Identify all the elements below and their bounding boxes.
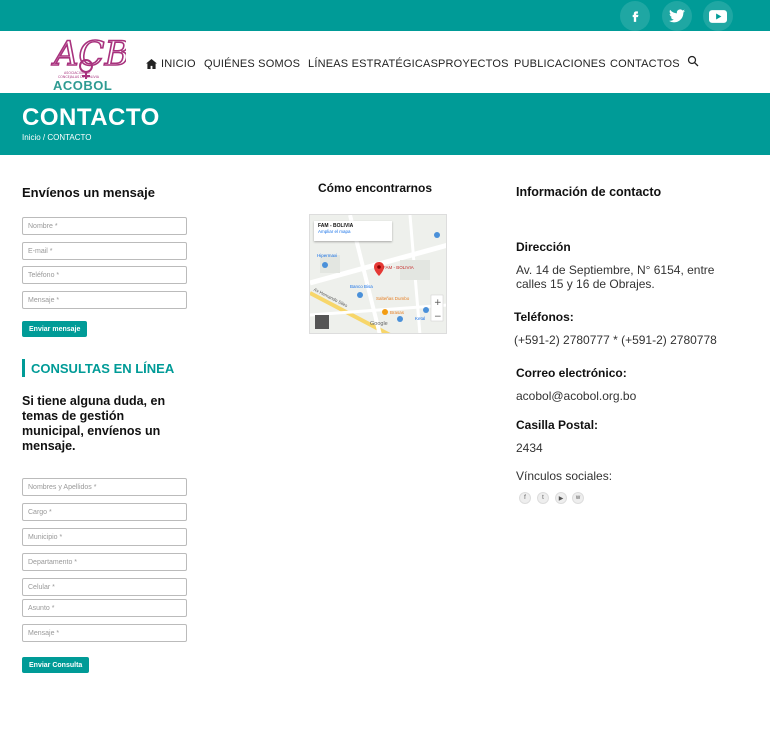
facebook-icon[interactable] <box>620 1 650 31</box>
consultas-lead: Si tiene alguna duda, en temas de gestió… <box>22 394 166 453</box>
address-line-1: Av. 14 de Septiembre, N° 6154, entre <box>516 263 715 277</box>
social-links-label: Vínculos sociales: <box>516 469 613 483</box>
youtube-glyph <box>709 9 727 23</box>
map-label-brasas: Brasas <box>390 310 405 315</box>
consultas-title: CONSULTAS EN LÍNEA <box>22 359 174 377</box>
departamento-field[interactable]: Departamento * <box>22 553 187 571</box>
map-label-hipermaxi: Hipermaxi <box>317 253 338 258</box>
name-field[interactable]: Nombre * <box>22 217 187 235</box>
celular-field[interactable]: Celular * <box>22 578 187 596</box>
consulta-message-field[interactable]: Mensaje * <box>22 624 187 642</box>
contact-info-title: Información de contacto <box>516 185 662 199</box>
site-header: ACB ASOCIACIÓN DE CONCEJALAS DE BOLIVIA … <box>0 31 770 93</box>
nav-about[interactable]: QUIÉNES SOMOS <box>204 58 300 70</box>
map-label-google: Google <box>370 321 388 327</box>
send-message-button[interactable]: Enviar mensaje <box>22 321 88 337</box>
email-field[interactable]: E-mail * <box>22 242 187 260</box>
top-bar <box>0 0 770 31</box>
twitter-small-icon[interactable]: t <box>537 492 549 504</box>
facebook-small-icon[interactable]: f <box>519 492 531 504</box>
nav-contacts[interactable]: CONTACTOS <box>610 58 680 70</box>
asunto-field[interactable]: Asunto * <box>22 599 187 617</box>
email-label: Correo electrónico: <box>516 366 627 380</box>
map-label-ketal: Ketal <box>415 316 426 321</box>
nav-home-label: INICIO <box>161 58 196 70</box>
po-label: Casilla Postal: <box>516 418 599 432</box>
nav-projects[interactable]: PROYECTOS <box>438 58 509 70</box>
po-value: 2434 <box>516 441 543 455</box>
svg-text:−: − <box>434 312 442 322</box>
home-icon <box>146 59 157 69</box>
svg-text:ACB: ACB <box>51 34 126 74</box>
email-value[interactable]: acobol@acobol.org.bo <box>516 389 636 403</box>
map-label-saltenas: Salteñas Dumbo <box>376 296 410 301</box>
map-label-banco: Banco Bisa <box>350 284 373 289</box>
nav-publications[interactable]: PUBLICACIONES <box>514 58 606 70</box>
phone-field[interactable]: Teléfono * <box>22 266 187 284</box>
youtube-small-icon[interactable]: ▶ <box>555 492 567 504</box>
map-enlarge-link[interactable]: Ampliar el mapa <box>318 229 388 234</box>
page-title: CONTACTO <box>22 104 160 131</box>
map-marker-label: FAM - BOLIVIA <box>383 265 414 270</box>
municipio-field[interactable]: Municipio * <box>22 528 187 546</box>
logo-text: ACOBOL <box>53 78 113 93</box>
twitter-glyph <box>669 9 685 23</box>
fullname-field[interactable]: Nombres y Apellidos * <box>22 478 187 496</box>
nav-home[interactable]: INICIO <box>146 58 196 70</box>
message-field[interactable]: Mensaje * <box>22 291 187 309</box>
page-hero: CONTACTO Inicio / CONTACTO <box>0 93 770 155</box>
message-form-title: Envíenos un mensaje <box>22 185 155 200</box>
cargo-field[interactable]: Cargo * <box>22 503 187 521</box>
svg-text:+: + <box>434 298 442 308</box>
map-title: Cómo encontrarnos <box>318 181 433 195</box>
whatsapp-small-icon[interactable]: w <box>572 492 584 504</box>
map-place-card: FAM - BOLIVIA Ampliar el mapa <box>314 221 392 241</box>
facebook-glyph <box>632 11 639 22</box>
breadcrumb[interactable]: Inicio / CONTACTO <box>22 133 92 142</box>
twitter-icon[interactable] <box>662 1 692 31</box>
search-icon[interactable] <box>687 55 699 70</box>
phones-value: (+591-2) 2780777 * (+591-2) 2780778 <box>514 333 717 347</box>
acobol-logo[interactable]: ACB ASOCIACIÓN DE CONCEJALAS DE BOLIVIA … <box>50 33 130 93</box>
youtube-icon[interactable] <box>703 1 733 31</box>
phones-label: Teléfonos: <box>514 310 574 324</box>
send-consulta-button[interactable]: Enviar Consulta <box>22 657 90 673</box>
address-label: Dirección <box>516 240 571 254</box>
nav-strategic-lines[interactable]: LÍNEAS ESTRATÉGICAS <box>308 58 438 70</box>
address-line-2: calles 15 y 16 de Obrajes. <box>516 277 655 291</box>
embedded-map[interactable]: + − FAM - BOLIVIA Ampliar el mapa FAM - … <box>309 214 447 334</box>
